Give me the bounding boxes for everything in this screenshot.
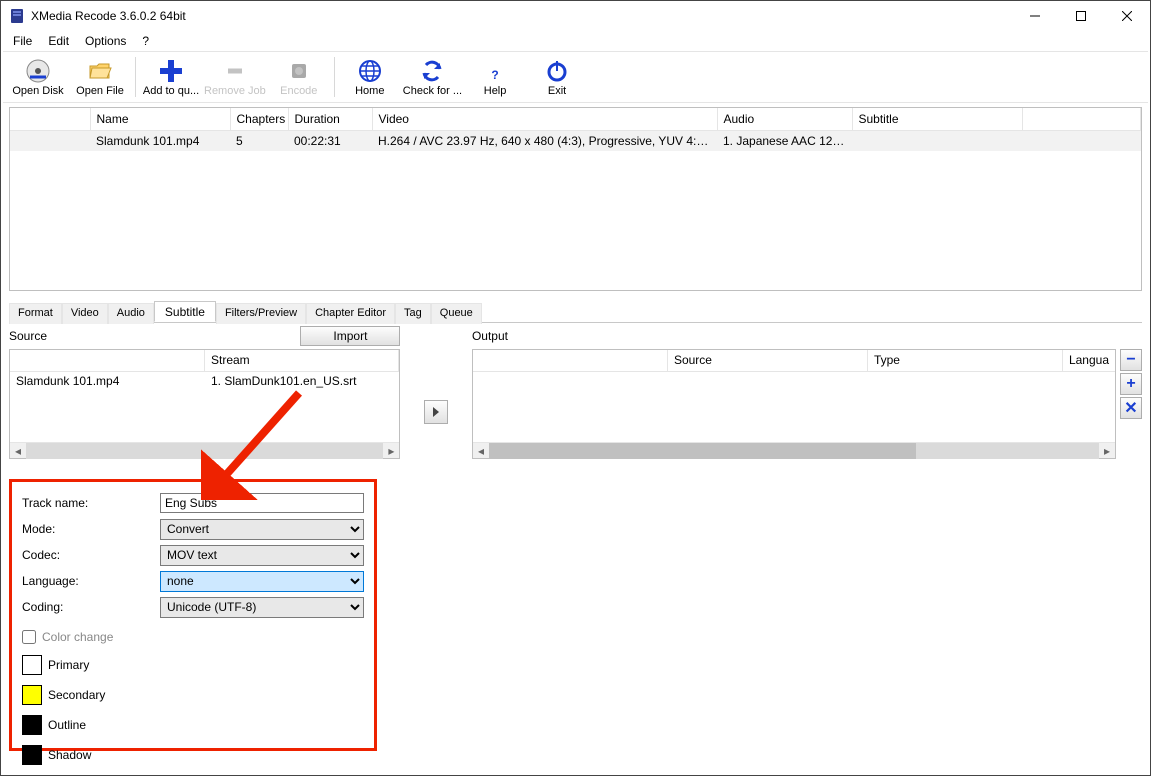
scroll-right-icon[interactable]: ▸	[383, 443, 399, 459]
remove-output-button[interactable]: −	[1120, 349, 1142, 371]
question-icon: ?	[481, 57, 509, 85]
col-subtitle[interactable]: Subtitle	[852, 108, 1022, 131]
mode-label: Mode:	[22, 522, 160, 536]
color-change-label: Color change	[42, 630, 113, 644]
scroll-left-icon[interactable]: ◂	[10, 443, 26, 459]
encode-button: Encode	[268, 52, 330, 102]
check-update-button[interactable]: Check for ...	[401, 52, 464, 102]
col-name[interactable]: Name	[90, 108, 230, 131]
subtitle-settings-panel: Track name: Mode: Convert Codec: MOV tex…	[9, 479, 377, 751]
tab-subtitle[interactable]: Subtitle	[154, 301, 216, 322]
add-to-output-button[interactable]	[424, 400, 448, 424]
tab-filters[interactable]: Filters/Preview	[216, 303, 306, 324]
shadow-label: Shadow	[48, 748, 91, 762]
menu-help[interactable]: ?	[134, 32, 157, 50]
disk-icon	[24, 57, 52, 85]
power-icon	[543, 57, 571, 85]
output-title: Output	[472, 329, 1142, 343]
col-stream[interactable]: Stream	[205, 350, 399, 371]
open-file-button[interactable]: Open File	[69, 52, 131, 102]
minimize-button[interactable]	[1012, 1, 1058, 31]
track-name-input[interactable]	[160, 493, 364, 513]
scroll-left-icon[interactable]: ◂	[473, 443, 489, 459]
codec-label: Codec:	[22, 548, 160, 562]
app-icon	[9, 8, 25, 24]
output-listbox[interactable]: Source Type Langua ◂ ▸	[472, 349, 1116, 459]
folder-icon	[86, 57, 114, 85]
maximize-button[interactable]	[1058, 1, 1104, 31]
primary-label: Primary	[48, 658, 89, 672]
source-title: Source	[9, 329, 300, 343]
file-row[interactable]: Slamdunk 101.mp4 5 00:22:31 H.264 / AVC …	[10, 131, 1141, 152]
col-video[interactable]: Video	[372, 108, 717, 131]
scrollbar-horizontal[interactable]: ◂ ▸	[10, 442, 399, 458]
remove-job-button: Remove Job	[202, 52, 268, 102]
coding-select[interactable]: Unicode (UTF-8)	[160, 597, 364, 618]
col-duration[interactable]: Duration	[288, 108, 372, 131]
add-to-queue-button[interactable]: Add to qu...	[140, 52, 202, 102]
language-label: Language:	[22, 574, 160, 588]
coding-label: Coding:	[22, 600, 160, 614]
secondary-label: Secondary	[48, 688, 105, 702]
add-output-button[interactable]: +	[1120, 373, 1142, 395]
col-chapters[interactable]: Chapters	[230, 108, 288, 131]
codec-select[interactable]: MOV text	[160, 545, 364, 566]
scroll-right-icon[interactable]: ▸	[1099, 443, 1115, 459]
outline-label: Outline	[48, 718, 86, 732]
minus-icon	[221, 57, 249, 85]
menu-options[interactable]: Options	[77, 32, 134, 50]
secondary-color-swatch[interactable]	[22, 685, 42, 705]
col-language[interactable]: Langua	[1063, 350, 1115, 371]
tab-video[interactable]: Video	[62, 303, 108, 324]
import-button[interactable]: Import	[300, 326, 400, 346]
col-type[interactable]: Type	[868, 350, 1063, 371]
svg-text:?: ?	[491, 68, 498, 82]
arrow-right-icon	[431, 407, 441, 417]
help-button[interactable]: ? Help	[464, 52, 526, 102]
menu-edit[interactable]: Edit	[40, 32, 77, 50]
tab-format[interactable]: Format	[9, 303, 62, 324]
open-disk-button[interactable]: Open Disk	[7, 52, 69, 102]
color-change-checkbox[interactable]	[22, 630, 36, 644]
mode-select[interactable]: Convert	[160, 519, 364, 540]
outline-color-swatch[interactable]	[22, 715, 42, 735]
close-button[interactable]	[1104, 1, 1150, 31]
col-audio[interactable]: Audio	[717, 108, 852, 131]
source-row[interactable]: Slamdunk 101.mp4 1. SlamDunk101.en_US.sr…	[10, 372, 399, 392]
tab-chapter[interactable]: Chapter Editor	[306, 303, 395, 324]
language-select[interactable]: none	[160, 571, 364, 592]
clear-output-button[interactable]: ✕	[1120, 397, 1142, 419]
shadow-color-swatch[interactable]	[22, 745, 42, 765]
globe-icon	[356, 57, 384, 85]
home-button[interactable]: Home	[339, 52, 401, 102]
exit-button[interactable]: Exit	[526, 52, 588, 102]
track-name-label: Track name:	[22, 496, 160, 510]
window-title: XMedia Recode 3.6.0.2 64bit	[31, 9, 1012, 23]
primary-color-swatch[interactable]	[22, 655, 42, 675]
menu-file[interactable]: File	[5, 32, 40, 50]
col-source[interactable]: Source	[668, 350, 868, 371]
source-listbox[interactable]: Stream Slamdunk 101.mp4 1. SlamDunk101.e…	[9, 349, 400, 459]
tab-audio[interactable]: Audio	[108, 303, 154, 324]
encode-icon	[285, 57, 313, 85]
plus-icon	[157, 57, 185, 85]
scrollbar-horizontal-output[interactable]: ◂ ▸	[473, 442, 1115, 458]
file-list[interactable]: Name Chapters Duration Video Audio Subti…	[9, 107, 1142, 291]
tab-queue[interactable]: Queue	[431, 303, 482, 324]
tab-tag[interactable]: Tag	[395, 303, 431, 324]
refresh-icon	[418, 57, 446, 85]
